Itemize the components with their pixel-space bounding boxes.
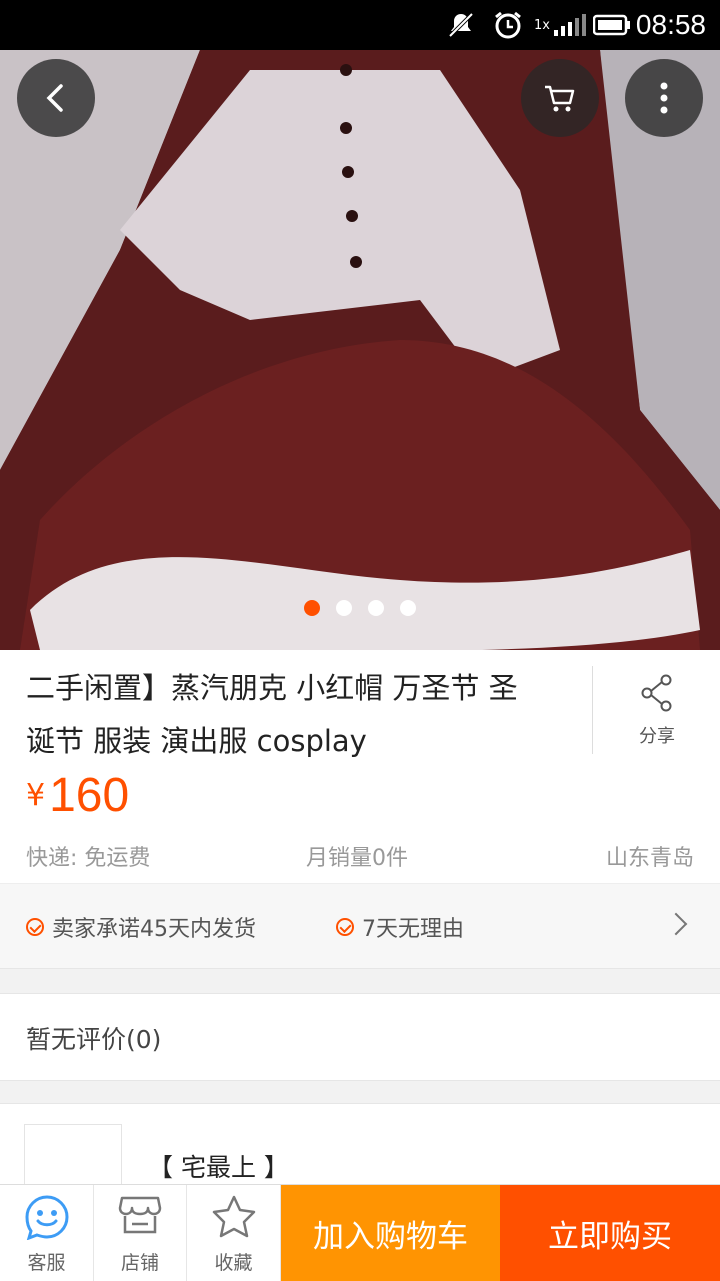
customer-service-label: 客服 (27, 1252, 66, 1274)
favorite-label: 收藏 (214, 1252, 253, 1274)
alarm-icon (492, 10, 524, 40)
signal-icon: 1x (534, 10, 586, 40)
promise-item: 卖家承诺45天内发货 (26, 911, 256, 943)
share-icon (641, 674, 672, 712)
monthly-sales: 月销量0件 (306, 846, 408, 871)
store-label: 店铺 (120, 1252, 159, 1274)
share-label: 分享 (639, 726, 675, 747)
more-vertical-icon (660, 82, 668, 114)
battery-icon (592, 10, 632, 40)
clock: 08:58 (635, 9, 706, 40)
reviews-section[interactable]: 暂无评价(0) (0, 993, 720, 1081)
mute-icon (446, 10, 476, 40)
share-button[interactable]: 分享 (592, 666, 720, 754)
buy-now-button[interactable]: 立即购买 (500, 1185, 720, 1281)
carousel-dot (336, 600, 352, 616)
promise-item: 7天无理由 (336, 911, 464, 943)
product-info: 二手闲置】蒸汽朋克 小红帽 万圣节 圣诞节 服装 演出服 cosplay 分享 … (0, 650, 720, 883)
shop-section[interactable]: 【 宅最上 】 (0, 1103, 720, 1222)
shipping-info: 快递: 免运费 (26, 846, 151, 871)
check-circle-icon (26, 918, 44, 936)
check-circle-icon (336, 918, 354, 936)
add-to-cart-button[interactable]: 加入购物车 (281, 1185, 500, 1281)
chevron-right-icon (664, 912, 688, 936)
cart-button[interactable] (521, 59, 599, 137)
customer-service-button[interactable]: 客服 (0, 1185, 94, 1281)
currency-symbol: ¥ (26, 778, 46, 813)
favorite-button[interactable]: 收藏 (187, 1185, 281, 1281)
seller-location: 山东青岛 (605, 846, 694, 871)
carousel-indicator (0, 600, 720, 616)
reviews-label: 暂无评价(0) (26, 1025, 162, 1054)
store-icon (118, 1196, 162, 1234)
chevron-left-icon (46, 84, 63, 112)
shop-name: 【 宅最上 】 (148, 1153, 289, 1182)
product-image-carousel[interactable] (0, 50, 720, 650)
product-title: 二手闲置】蒸汽朋克 小红帽 万圣节 圣诞节 服装 演出服 cosplay (26, 671, 518, 758)
price: ¥160 (26, 768, 129, 823)
store-button[interactable]: 店铺 (94, 1185, 187, 1281)
customer-service-icon (24, 1195, 69, 1240)
shopping-cart-icon (545, 85, 575, 112)
service-promises[interactable]: 卖家承诺45天内发货 7天无理由 (0, 883, 720, 969)
product-photo (0, 50, 720, 650)
network-type-label: 1x (534, 17, 550, 33)
bottom-action-bar: 客服 店铺 收藏 加入购物车 立即购买 (0, 1184, 720, 1281)
carousel-dot (400, 600, 416, 616)
more-options-button[interactable] (625, 59, 703, 137)
back-button[interactable] (17, 59, 95, 137)
promise-return-label: 7天无理由 (362, 917, 464, 942)
status-bar: 1x 08:58 (0, 0, 720, 50)
price-value: 160 (49, 769, 130, 822)
promise-shipping-label: 卖家承诺45天内发货 (52, 917, 256, 942)
carousel-dot (304, 600, 320, 616)
star-icon (212, 1195, 255, 1238)
carousel-dot (368, 600, 384, 616)
